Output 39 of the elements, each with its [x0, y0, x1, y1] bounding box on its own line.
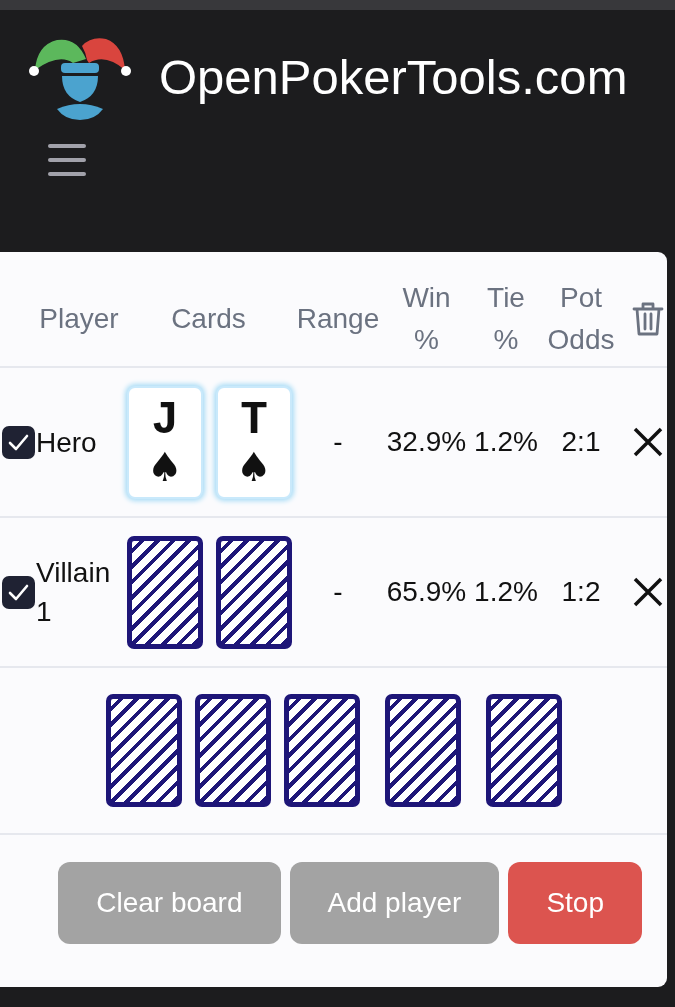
close-icon[interactable] [631, 576, 664, 608]
card-rank: J [151, 397, 179, 444]
playing-card[interactable]: T ♠ [216, 385, 292, 499]
card-back-icon[interactable] [283, 694, 360, 807]
win-value: 65.9% [386, 575, 467, 609]
column-header: Cards [171, 302, 246, 336]
action-button[interactable]: Add player [289, 862, 500, 944]
card-back-icon[interactable] [384, 694, 461, 807]
column-header: Pot Odds [547, 281, 615, 357]
checkbox[interactable] [2, 575, 35, 609]
card-back-icon[interactable] [194, 694, 271, 807]
card-back-icon[interactable] [485, 694, 562, 807]
player-name: Villain 1 [36, 556, 112, 629]
column-header: Tie % [487, 281, 525, 357]
tie-value: 1.2% [474, 575, 538, 609]
player-name: Hero [36, 425, 98, 460]
action-button[interactable]: Clear board [58, 862, 281, 944]
card-back-icon[interactable] [216, 535, 292, 649]
tie-value: 1.2% [474, 425, 538, 459]
pot-odds-value: 2:1 [561, 425, 601, 459]
checkbox[interactable] [2, 425, 35, 459]
pot-odds-value: 1:2 [561, 575, 601, 609]
action-button[interactable]: Stop [508, 862, 642, 944]
card-suit: ♠ [236, 443, 272, 490]
playing-card[interactable]: J ♠ [127, 385, 203, 499]
card-back-icon[interactable] [105, 694, 182, 807]
column-header: Win % [402, 281, 451, 357]
trash-icon[interactable] [631, 301, 664, 337]
win-value: 32.9% [386, 425, 467, 459]
range-value: - [333, 575, 343, 609]
range-value: - [333, 425, 343, 459]
site-title: OpenPokerTools.com [159, 49, 628, 105]
menu-icon[interactable] [48, 143, 86, 177]
card-back-icon[interactable] [127, 535, 203, 649]
card-rank: T [240, 397, 268, 444]
column-header: Range [296, 302, 380, 336]
close-icon[interactable] [631, 426, 664, 458]
card-suit: ♠ [147, 443, 183, 490]
column-header: Player [39, 302, 119, 336]
